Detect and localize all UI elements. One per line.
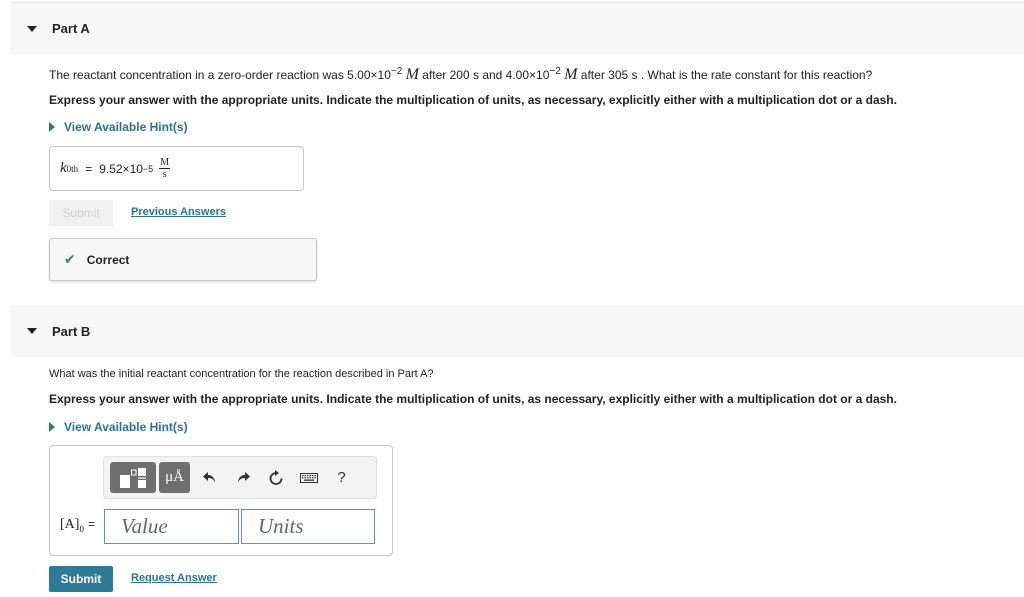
undo-button[interactable]	[193, 462, 226, 493]
previous-answers-link[interactable]: Previous Answers	[131, 206, 226, 218]
part-b-question: What was the initial reactant concentrat…	[49, 368, 434, 380]
reset-icon	[269, 469, 282, 485]
part-a-answer-display: k 0th = 9.52×10 −5 M s	[49, 146, 304, 191]
part-b-title: Part B	[52, 323, 91, 339]
redo-icon	[237, 471, 250, 483]
redo-button[interactable]	[226, 462, 259, 493]
templates-icon	[120, 467, 146, 488]
part-a-instructions: Express your answer with the appropriate…	[49, 93, 897, 107]
checkmark-icon: ✔	[64, 251, 76, 267]
part-a-question: The reactant concentration in a zero-ord…	[49, 66, 873, 83]
units-button[interactable]: μÅ	[159, 462, 190, 493]
units-input[interactable]	[241, 509, 375, 544]
expand-caret-icon	[49, 422, 55, 432]
answer-label: [A]0 =	[60, 517, 95, 534]
reset-button[interactable]	[259, 462, 292, 493]
unit-fraction: M s	[159, 157, 171, 180]
request-answer-link[interactable]: Request Answer	[131, 572, 217, 584]
keyboard-icon	[299, 472, 318, 483]
keyboard-button[interactable]	[292, 462, 325, 493]
part-a-hint-link[interactable]: View Available Hint(s)	[49, 120, 188, 134]
expand-caret-icon	[49, 122, 55, 132]
part-b-header[interactable]: Part B	[11, 305, 1024, 357]
help-button[interactable]: ?	[325, 462, 358, 493]
value-input[interactable]	[104, 509, 239, 544]
collapse-caret-icon	[27, 25, 37, 32]
part-b-instructions: Express your answer with the appropriate…	[49, 392, 897, 406]
math-toolbar: μÅ ?	[103, 456, 377, 499]
part-b-hint-link[interactable]: View Available Hint(s)	[49, 420, 188, 434]
part-a-header[interactable]: Part A	[11, 2, 1024, 54]
part-b-submit-button[interactable]: Submit	[49, 566, 113, 592]
undo-icon	[202, 471, 215, 483]
feedback-correct: ✔ Correct	[49, 238, 317, 281]
part-a-submit-button: Submit	[49, 200, 113, 226]
part-a-title: Part A	[52, 21, 90, 36]
templates-button[interactable]	[110, 462, 156, 493]
collapse-caret-icon	[27, 328, 37, 334]
